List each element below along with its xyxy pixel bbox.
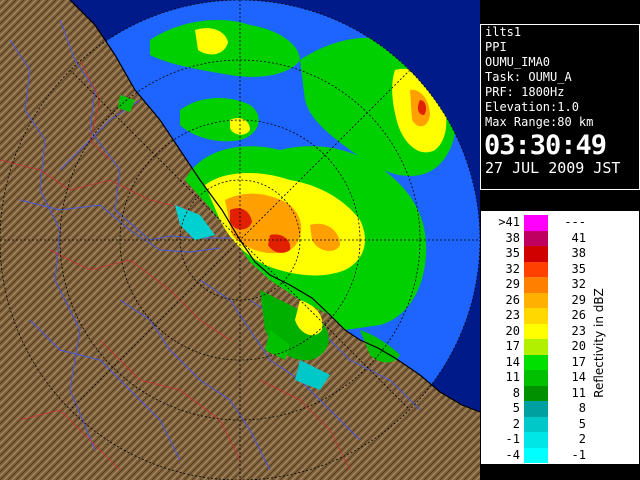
legend-lower-bound: 14	[505, 354, 520, 369]
legend-color-swatch	[524, 416, 548, 432]
legend-upper-bound: 26	[571, 308, 586, 322]
legend-lower-bound: 35	[505, 246, 520, 260]
legend-color-swatch	[524, 215, 548, 231]
legend-lower-bound: 5	[512, 401, 520, 415]
legend-lower-bound: 23	[505, 308, 520, 322]
radar-info-panel: ilts1 PPI OUMU_IMA0 Task: OUMU_A PRF: 18…	[480, 24, 640, 190]
legend-lower-bound: 8	[512, 385, 520, 400]
legend-lower-bound: 32	[505, 261, 520, 276]
legend-row: 35 38	[488, 246, 608, 262]
legend-upper-bound: 29	[571, 292, 586, 307]
legend-row: 11 14	[488, 370, 608, 386]
legend-color-swatch	[524, 401, 548, 417]
legend-upper-bound: 2	[578, 432, 586, 446]
legend-upper-bound: 5	[578, 416, 586, 431]
legend-row: 8 11	[488, 385, 608, 401]
legend-upper-bound: 8	[578, 401, 586, 415]
legend-upper-bound: 32	[571, 277, 586, 291]
legend-color-swatch	[524, 308, 548, 324]
legend-row: >41 ---	[488, 215, 608, 231]
legend-upper-bound: 23	[571, 323, 586, 338]
max-range-value: Max Range:80 km	[485, 115, 594, 129]
legend-lower-bound: 38	[505, 230, 520, 245]
legend-row: 14 17	[488, 354, 608, 370]
legend-row: -4 -1	[488, 447, 608, 463]
legend-lower-bound: >41	[498, 215, 520, 229]
legend-upper-bound: 14	[571, 370, 586, 384]
legend-row: 25	[488, 416, 608, 432]
legend-upper-bound: 41	[571, 230, 586, 245]
legend-row: 38 41	[488, 230, 608, 246]
legend-row: 58	[488, 401, 608, 417]
legend-upper-bound: 17	[571, 354, 586, 369]
legend-color-swatch	[524, 370, 548, 386]
legend-color-swatch	[524, 230, 548, 246]
site-id: ilts1	[485, 25, 522, 39]
prf-value: PRF: 1800Hz	[485, 85, 565, 99]
legend-color-swatch	[524, 432, 548, 448]
legend-color-swatch	[524, 339, 548, 355]
legend-row: 17 20	[488, 339, 608, 355]
reflectivity-legend: >41 --- 38 41 35 38 32 35 29 32 26 29 23 26 20 23 17 20 14…	[480, 210, 640, 465]
radar-map-canvas	[0, 0, 480, 480]
legend-lower-bound: -4	[505, 447, 520, 462]
scan-time: 03:30:49	[484, 130, 607, 161]
scan-mode: PPI	[485, 40, 507, 54]
legend-upper-bound: 35	[571, 261, 586, 276]
legend-color-swatch	[524, 246, 548, 262]
legend-lower-bound: -1	[505, 432, 520, 446]
legend-lower-bound: 20	[505, 323, 520, 338]
elevation-value: Elevation:1.0	[485, 100, 579, 114]
legend-color-swatch	[524, 292, 548, 308]
legend-upper-bound: 11	[571, 385, 586, 400]
legend-upper-bound: 38	[571, 246, 586, 260]
radar-map	[0, 0, 480, 480]
legend-upper-bound: -1	[571, 447, 586, 462]
legend-row: 26 29	[488, 292, 608, 308]
legend-row: 32 35	[488, 261, 608, 277]
legend-row: -1 2	[488, 432, 608, 448]
legend-color-swatch	[524, 277, 548, 293]
legend-lower-bound: 29	[505, 277, 520, 291]
legend-lower-bound: 17	[505, 339, 520, 353]
legend-color-swatch	[524, 447, 548, 463]
legend-row: 29 32	[488, 277, 608, 293]
legend-row: 23 26	[488, 308, 608, 324]
legend-row: 20 23	[488, 323, 608, 339]
legend-color-swatch	[524, 261, 548, 277]
legend-lower-bound: 11	[505, 370, 520, 384]
legend-lower-bound: 26	[505, 292, 520, 307]
legend-color-swatch	[524, 385, 548, 401]
legend-title: Reflectivity in dBZ	[592, 288, 606, 398]
legend-lower-bound: 2	[512, 416, 520, 431]
scan-date: 27 JUL 2009 JST	[485, 159, 621, 177]
product-name: OUMU_IMA0	[485, 55, 551, 69]
legend-color-swatch	[524, 354, 548, 370]
task-name: Task: OUMU_A	[485, 70, 572, 84]
legend-upper-bound: 20	[571, 339, 586, 353]
legend-color-swatch	[524, 323, 548, 339]
legend-rows: >41 --- 38 41 35 38 32 35 29 32 26 29 23 26 20 23 17 20 14…	[488, 215, 608, 463]
legend-upper-bound: ---	[564, 215, 586, 229]
